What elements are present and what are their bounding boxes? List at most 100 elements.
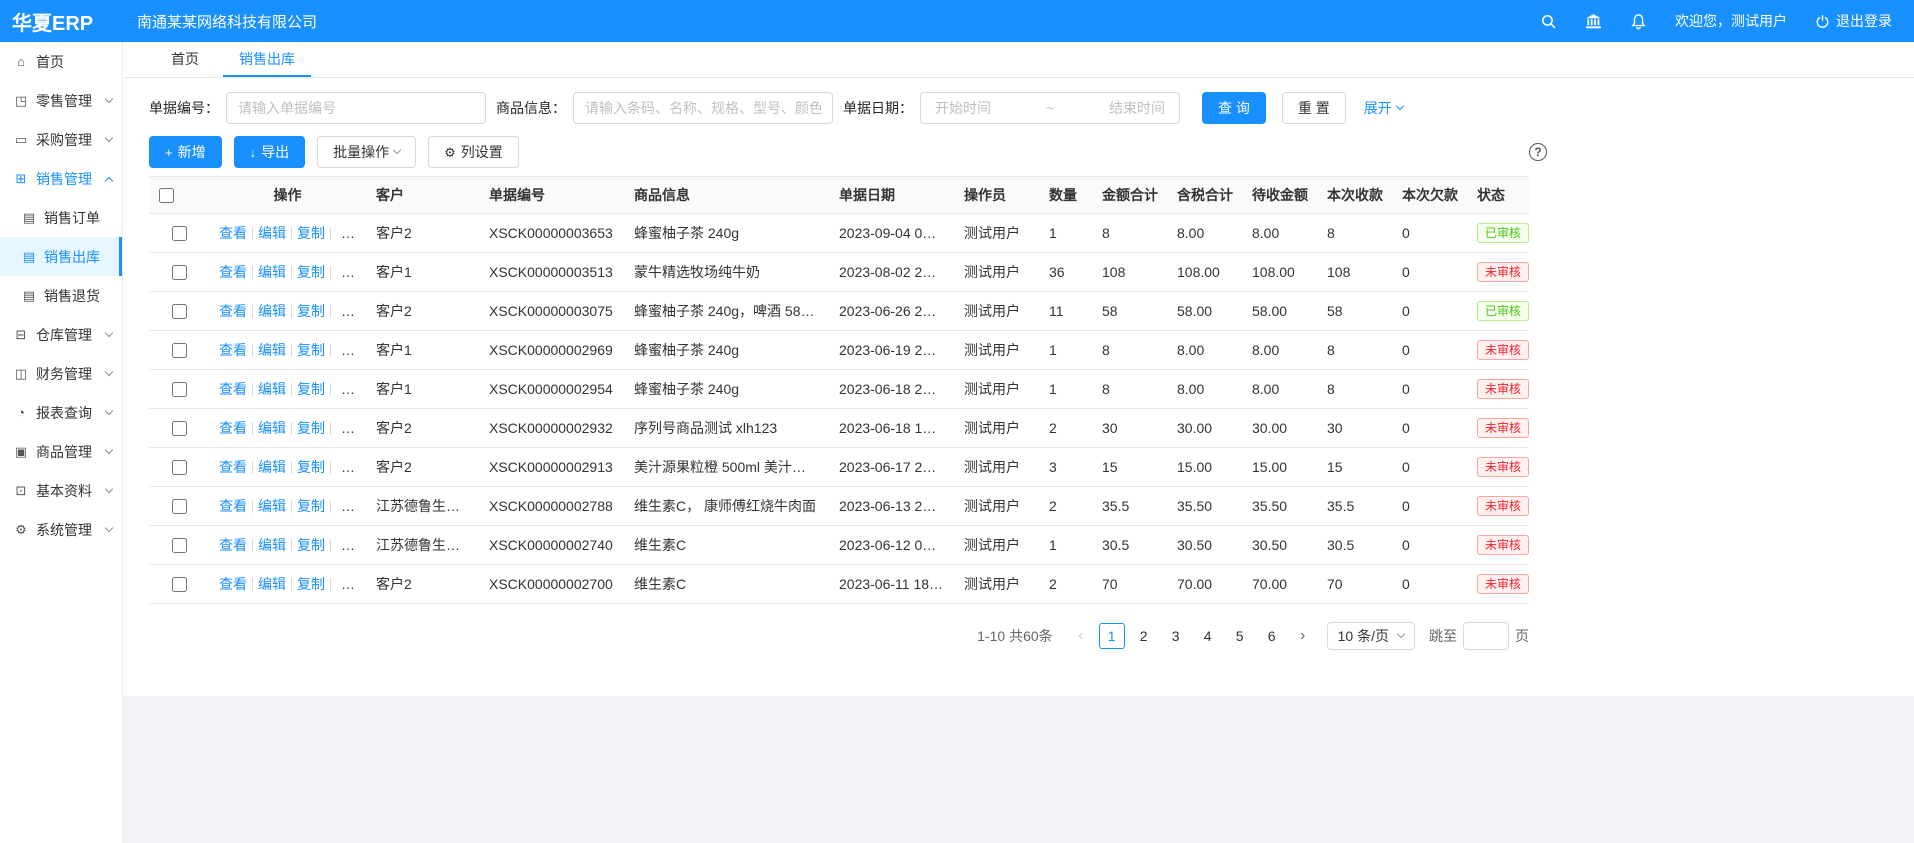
view-link[interactable]: 查看 [219, 459, 247, 475]
sidebar-item[interactable]: ◳ 零售管理 [0, 81, 122, 120]
jump-page-input[interactable] [1463, 622, 1509, 650]
customer-cell: 客户2 [366, 214, 479, 253]
edit-link[interactable]: 编辑 [258, 303, 286, 319]
copy-link[interactable]: 复制 [297, 537, 325, 553]
row-checkbox[interactable] [172, 226, 187, 241]
row-checkbox[interactable] [172, 382, 187, 397]
row-checkbox[interactable] [172, 577, 187, 592]
tab[interactable]: 销售出库 [223, 42, 311, 77]
row-select-cell [149, 565, 209, 604]
view-link[interactable]: 查看 [219, 498, 247, 514]
view-link[interactable]: 查看 [219, 225, 247, 241]
copy-link[interactable]: 复制 [297, 225, 325, 241]
sidebar-item[interactable]: ▣ 商品管理 [0, 432, 122, 471]
page-number-button[interactable]: 3 [1163, 623, 1189, 649]
doc-no-input[interactable] [226, 92, 486, 124]
sidebar-item[interactable]: ▤ 销售退货 [0, 276, 122, 315]
column-header-label: 本次欠款 [1402, 187, 1458, 203]
row-checkbox[interactable] [172, 343, 187, 358]
expand-link[interactable]: 展开 [1364, 98, 1403, 118]
page-number-button[interactable]: 2 [1131, 623, 1157, 649]
product-input[interactable] [573, 92, 833, 124]
view-link[interactable]: 查看 [219, 264, 247, 280]
view-link[interactable]: 查看 [219, 420, 247, 436]
menu-icon: ▣ [13, 444, 29, 460]
row-checkbox[interactable] [172, 265, 187, 280]
table-row: 查看编辑复制删除 客户1 XSCK00000002954 蜂蜜柚子茶 240g … [149, 370, 1529, 409]
prev-page-button[interactable]: ‹ [1069, 623, 1093, 649]
divider [252, 227, 253, 240]
column-header-label: 操作 [274, 187, 302, 203]
copy-link[interactable]: 复制 [297, 381, 325, 397]
page-number-button[interactable]: 6 [1259, 623, 1285, 649]
received-cell: 30 [1317, 409, 1392, 448]
row-checkbox[interactable] [172, 304, 187, 319]
view-link[interactable]: 查看 [219, 537, 247, 553]
sidebar-item[interactable]: ◔ 报表查询 [0, 393, 122, 432]
sidebar-item[interactable]: ⊡ 基本资料 [0, 471, 122, 510]
view-link[interactable]: 查看 [219, 381, 247, 397]
qty-cell: 1 [1039, 526, 1092, 565]
sidebar-item[interactable]: ▤ 销售订单 [0, 198, 122, 237]
copy-link[interactable]: 复制 [297, 342, 325, 358]
reset-button[interactable]: 重 置 [1282, 92, 1346, 124]
search-icon[interactable] [1540, 13, 1557, 30]
platform-icon[interactable] [1585, 13, 1602, 30]
copy-link[interactable]: 复制 [297, 459, 325, 475]
page-number-button[interactable]: 4 [1195, 623, 1221, 649]
copy-link[interactable]: 复制 [297, 576, 325, 592]
next-page-button[interactable]: › [1291, 623, 1315, 649]
view-link[interactable]: 查看 [219, 303, 247, 319]
copy-link[interactable]: 复制 [297, 498, 325, 514]
page-number-button[interactable]: 1 [1099, 623, 1125, 649]
sidebar-item[interactable]: ◫ 财务管理 [0, 354, 122, 393]
bell-icon[interactable] [1630, 13, 1647, 30]
edit-link[interactable]: 编辑 [258, 264, 286, 280]
status-cell: 未审核 [1467, 448, 1529, 487]
amount-total-cell: 58 [1092, 292, 1167, 331]
edit-link[interactable]: 编辑 [258, 576, 286, 592]
edit-link[interactable]: 编辑 [258, 537, 286, 553]
view-link[interactable]: 查看 [219, 342, 247, 358]
add-button[interactable]: + 新增 [149, 136, 222, 168]
edit-link[interactable]: 编辑 [258, 225, 286, 241]
sidebar-item[interactable]: ⊟ 仓库管理 [0, 315, 122, 354]
search-button[interactable]: 查 询 [1202, 92, 1266, 124]
sidebar-item[interactable]: ⚙ 系统管理 [0, 510, 122, 549]
column-header-label: 状态 [1477, 187, 1505, 203]
page-number-button[interactable]: 5 [1227, 623, 1253, 649]
page-size-select[interactable]: 10 条/页 [1327, 622, 1415, 650]
row-checkbox[interactable] [172, 538, 187, 553]
tab[interactable]: 首页 [155, 42, 215, 77]
copy-link[interactable]: 复制 [297, 420, 325, 436]
date-end-placeholder: 结束时间 [1109, 98, 1165, 118]
copy-link[interactable]: 复制 [297, 303, 325, 319]
row-checkbox[interactable] [172, 460, 187, 475]
edit-link[interactable]: 编辑 [258, 420, 286, 436]
sidebar-item[interactable]: ⌂ 首页 [0, 42, 122, 81]
logout-button[interactable]: 退出登录 [1815, 11, 1892, 31]
edit-link[interactable]: 编辑 [258, 498, 286, 514]
date-range-picker[interactable]: 开始时间 ~ 结束时间 [920, 92, 1180, 124]
row-checkbox[interactable] [172, 421, 187, 436]
table-row: 查看编辑复制删除 江苏德鲁生物科... XSCK00000002740 维生素C… [149, 526, 1529, 565]
export-button[interactable]: ↓ 导出 [234, 136, 306, 168]
sidebar-item[interactable]: ▤ 销售出库 [0, 237, 122, 276]
select-all-checkbox[interactable] [159, 188, 174, 203]
edit-link[interactable]: 编辑 [258, 459, 286, 475]
copy-link[interactable]: 复制 [297, 264, 325, 280]
help-icon[interactable]: ? [1529, 143, 1547, 161]
sidebar-item[interactable]: ⊞ 销售管理 [0, 159, 122, 198]
edit-link[interactable]: 编辑 [258, 381, 286, 397]
column-header-label: 客户 [376, 187, 404, 203]
row-checkbox[interactable] [172, 499, 187, 514]
sidebar-item[interactable]: ▭ 采购管理 [0, 120, 122, 159]
debt-cell: 0 [1392, 409, 1467, 448]
edit-link[interactable]: 编辑 [258, 342, 286, 358]
column-header: 客户 [366, 177, 479, 214]
view-link[interactable]: 查看 [219, 576, 247, 592]
doc-no-cell: XSCK00000002954 [479, 370, 624, 409]
batch-actions-button[interactable]: 批量操作 [317, 136, 416, 168]
batch-label: 批量操作 [333, 142, 389, 162]
column-settings-button[interactable]: ⚙ 列设置 [428, 136, 519, 168]
